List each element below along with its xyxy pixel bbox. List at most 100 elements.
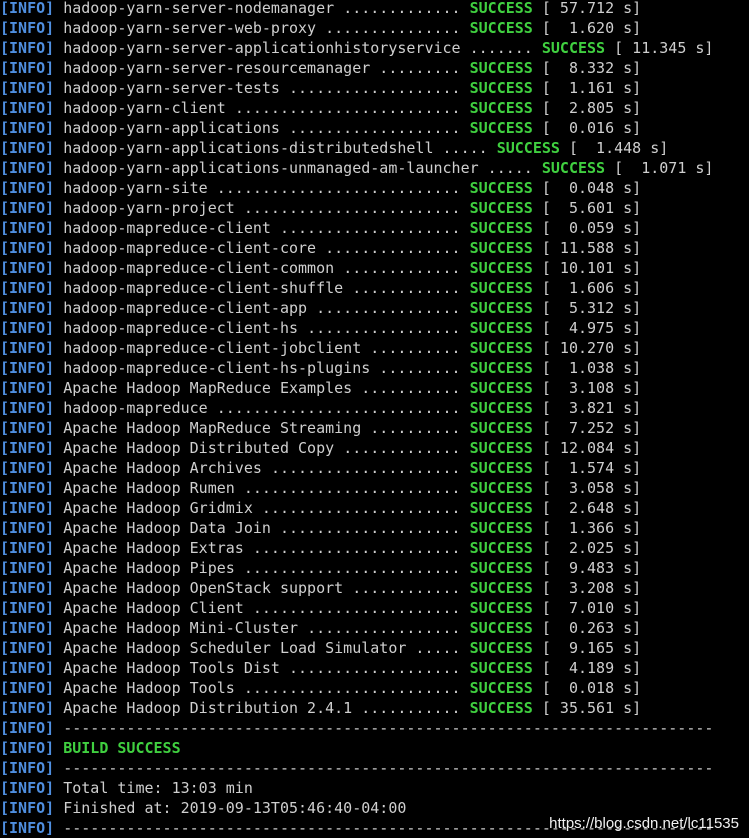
- status-success: SUCCESS: [469, 559, 533, 577]
- status-success: SUCCESS: [469, 299, 533, 317]
- dot-leader: .................: [307, 319, 461, 337]
- dot-leader: ............: [352, 279, 461, 297]
- status-success: SUCCESS: [469, 379, 533, 397]
- dot-leader: ......................: [261, 499, 461, 517]
- dot-leader: ...........: [361, 699, 461, 717]
- build-time: [ 5.312 s]: [541, 299, 642, 317]
- info-tag: [INFO]: [0, 559, 55, 577]
- dot-leader: .....: [442, 139, 488, 157]
- info-tag: [INFO]: [0, 699, 55, 717]
- total-time-line: [INFO] Total time: 13:03 min: [0, 778, 749, 798]
- info-tag: [INFO]: [0, 279, 55, 297]
- watermark: https://blog.csdn.net/lc11535: [549, 815, 739, 832]
- build-time: [ 4.975 s]: [541, 319, 642, 337]
- build-result: BUILD SUCCESS: [63, 739, 181, 757]
- info-tag: [INFO]: [0, 219, 55, 237]
- status-success: SUCCESS: [469, 439, 533, 457]
- status-success: SUCCESS: [469, 459, 533, 477]
- module-name: hadoop-mapreduce-client-app: [63, 299, 308, 317]
- info-tag: [INFO]: [0, 79, 55, 97]
- module-name: hadoop-yarn-server-applicationhistoryser…: [63, 39, 461, 57]
- info-tag: [INFO]: [0, 179, 55, 197]
- info-tag: [INFO]: [0, 619, 55, 637]
- info-tag: [INFO]: [0, 499, 55, 517]
- module-line: [INFO] Apache Hadoop Pipes .............…: [0, 558, 749, 578]
- status-success: SUCCESS: [469, 0, 533, 17]
- module-name: Apache Hadoop Archives: [63, 459, 262, 477]
- dot-leader: ...................: [289, 119, 461, 137]
- module-name: hadoop-yarn-server-tests: [63, 79, 280, 97]
- module-line: [INFO] Apache Hadoop Tools Dist ........…: [0, 658, 749, 678]
- build-time: [ 1.038 s]: [541, 359, 642, 377]
- status-success: SUCCESS: [469, 219, 533, 237]
- info-tag: [INFO]: [0, 359, 55, 377]
- status-success: SUCCESS: [469, 279, 533, 297]
- module-name: Apache Hadoop Distributed Copy: [63, 439, 335, 457]
- info-tag: [INFO]: [0, 199, 55, 217]
- module-line: [INFO] hadoop-yarn-server-tests ........…: [0, 78, 749, 98]
- module-name: hadoop-mapreduce: [63, 399, 208, 417]
- dot-leader: ...............: [325, 239, 461, 257]
- module-line: [INFO] Apache Hadoop Data Join .........…: [0, 518, 749, 538]
- info-tag: [INFO]: [0, 339, 55, 357]
- module-line: [INFO] hadoop-yarn-server-web-proxy ....…: [0, 18, 749, 38]
- info-tag: [INFO]: [0, 239, 55, 257]
- status-success: SUCCESS: [469, 479, 533, 497]
- info-tag: [INFO]: [0, 59, 55, 77]
- info-tag: [INFO]: [0, 599, 55, 617]
- module-line: [INFO] Apache Hadoop Extras ............…: [0, 538, 749, 558]
- build-time: [ 11.588 s]: [541, 239, 642, 257]
- dot-leader: .......: [469, 39, 533, 57]
- separator-line: [INFO] ---------------------------------…: [0, 718, 749, 738]
- build-time: [ 9.483 s]: [541, 559, 642, 577]
- build-time: [ 1.606 s]: [541, 279, 642, 297]
- module-name: hadoop-yarn-applications: [63, 119, 280, 137]
- info-tag: [INFO]: [0, 419, 55, 437]
- module-name: hadoop-mapreduce-client-hs-plugins: [63, 359, 371, 377]
- info-tag: [INFO]: [0, 399, 55, 417]
- module-name: Apache Hadoop MapReduce Streaming: [63, 419, 362, 437]
- dot-leader: ...........: [361, 379, 461, 397]
- separator-line: [INFO] ---------------------------------…: [0, 758, 749, 778]
- build-time: [ 1.620 s]: [541, 19, 642, 37]
- info-tag: [INFO]: [0, 159, 55, 177]
- module-line: [INFO] Apache Hadoop Tools .............…: [0, 678, 749, 698]
- module-name: Apache Hadoop Data Join: [63, 519, 271, 537]
- dot-leader: .......................: [252, 599, 461, 617]
- separator: ----------------------------------------…: [63, 719, 714, 737]
- module-line: [INFO] hadoop-mapreduce-client-hs-plugin…: [0, 358, 749, 378]
- module-line: [INFO] Apache Hadoop OpenStack support .…: [0, 578, 749, 598]
- dot-leader: ...............: [325, 19, 461, 37]
- finished-at: Finished at: 2019-09-13T05:46:40-04:00: [63, 799, 407, 817]
- status-success: SUCCESS: [469, 659, 533, 677]
- build-time: [ 1.448 s]: [568, 139, 669, 157]
- module-name: Apache Hadoop Mini-Cluster: [63, 619, 299, 637]
- module-line: [INFO] hadoop-mapreduce-client-core ....…: [0, 238, 749, 258]
- info-tag: [INFO]: [0, 0, 55, 17]
- status-success: SUCCESS: [469, 399, 533, 417]
- status-success: SUCCESS: [469, 639, 533, 657]
- build-time: [ 1.574 s]: [541, 459, 642, 477]
- module-name: hadoop-yarn-applications-unmanaged-am-la…: [63, 159, 479, 177]
- build-time: [ 3.821 s]: [541, 399, 642, 417]
- module-line: [INFO] hadoop-yarn-client ..............…: [0, 98, 749, 118]
- build-time: [ 10.101 s]: [541, 259, 642, 277]
- info-tag: [INFO]: [0, 299, 55, 317]
- info-tag: [INFO]: [0, 259, 55, 277]
- build-time: [ 0.018 s]: [541, 679, 642, 697]
- build-time: [ 0.263 s]: [541, 619, 642, 637]
- module-line: [INFO] hadoop-mapreduce-client-jobclient…: [0, 338, 749, 358]
- module-line: [INFO] Apache Hadoop Mini-Cluster ......…: [0, 618, 749, 638]
- build-time: [ 9.165 s]: [541, 639, 642, 657]
- module-line: [INFO] Apache Hadoop Scheduler Load Simu…: [0, 638, 749, 658]
- dot-leader: .............: [343, 439, 461, 457]
- build-time: [ 4.189 s]: [541, 659, 642, 677]
- dot-leader: ........................: [243, 199, 461, 217]
- status-success: SUCCESS: [469, 79, 533, 97]
- module-line: [INFO] hadoop-mapreduce-client .........…: [0, 218, 749, 238]
- status-success: SUCCESS: [541, 39, 606, 57]
- status-success: SUCCESS: [469, 119, 533, 137]
- dot-leader: .................: [307, 619, 461, 637]
- module-line: [INFO] Apache Hadoop MapReduce Streaming…: [0, 418, 749, 438]
- dot-leader: .............: [343, 0, 461, 17]
